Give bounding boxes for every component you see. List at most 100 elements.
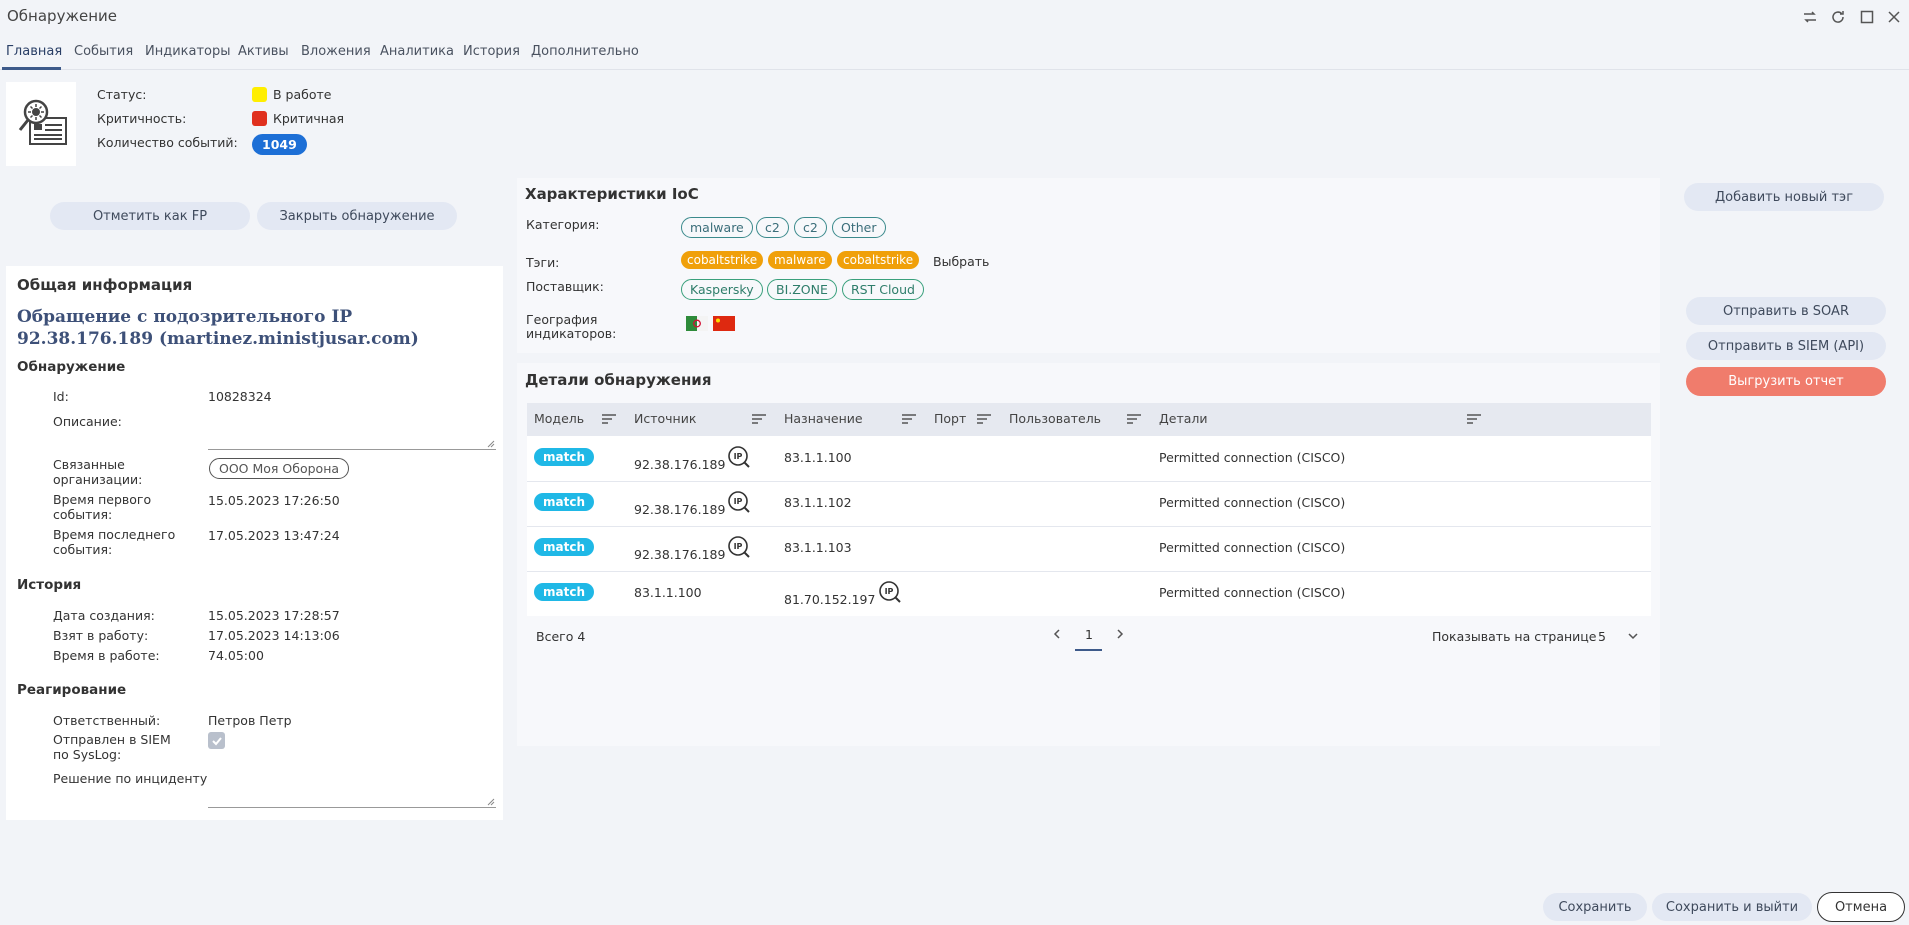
close-detection-button[interactable]: Закрыть обнаружение bbox=[257, 202, 457, 230]
sort-icon[interactable] bbox=[1467, 413, 1481, 428]
responsible-value: Петров Петр bbox=[208, 713, 292, 728]
general-info-title: Общая информация bbox=[17, 276, 193, 294]
detection-app-icon bbox=[16, 94, 70, 154]
ip-lookup-icon[interactable]: IP bbox=[727, 490, 751, 518]
export-report-button[interactable]: Выгрузить отчет bbox=[1686, 367, 1886, 396]
events-count-badge: 1049 bbox=[252, 134, 307, 155]
description-field[interactable] bbox=[208, 412, 496, 450]
sort-icon[interactable] bbox=[902, 413, 916, 428]
related-org-chip[interactable]: ООО Моя Оборона bbox=[209, 458, 350, 479]
tab-analytics[interactable]: Аналитика bbox=[380, 44, 454, 59]
created-value: 15.05.2023 17:28:57 bbox=[208, 608, 340, 623]
id-value: 10828324 bbox=[208, 389, 272, 404]
ioc-tag[interactable]: cobaltstrike bbox=[681, 251, 764, 269]
tab-main[interactable]: Главная bbox=[6, 44, 62, 59]
active-tab-indicator bbox=[2, 67, 61, 70]
ioc-tag[interactable]: malware bbox=[768, 251, 832, 269]
refresh-icon[interactable] bbox=[1827, 6, 1849, 28]
maximize-icon[interactable] bbox=[1856, 6, 1878, 28]
category-tag[interactable]: c2 bbox=[794, 217, 827, 238]
category-tag[interactable]: Other bbox=[832, 217, 886, 238]
status-value: В работе bbox=[273, 87, 332, 102]
ip-lookup-icon[interactable]: IP bbox=[878, 580, 902, 608]
column-source[interactable]: Источник bbox=[634, 411, 696, 426]
save-exit-button[interactable]: Сохранить и выйти bbox=[1652, 893, 1812, 921]
model-badge: match bbox=[534, 538, 594, 556]
column-destination[interactable]: Назначение bbox=[784, 411, 863, 426]
model-badge: match bbox=[534, 583, 594, 601]
history-section-title: История bbox=[17, 577, 82, 593]
sort-icon[interactable] bbox=[602, 413, 616, 428]
checkbox-icon bbox=[211, 736, 222, 745]
current-page-indicator bbox=[1075, 649, 1102, 651]
ioc-geo-label: География индикаторов: bbox=[526, 312, 617, 341]
current-page[interactable]: 1 bbox=[1085, 627, 1093, 642]
choose-tag-link[interactable]: Выбрать bbox=[933, 254, 989, 269]
first-event-label: Время первого события: bbox=[53, 492, 152, 522]
provider-tag[interactable]: RST Cloud bbox=[842, 279, 924, 300]
ioc-tags-label: Тэги: bbox=[526, 255, 560, 270]
row-details: Permitted connection (CISCO) bbox=[1159, 450, 1346, 465]
ioc-category-label: Категория: bbox=[526, 217, 600, 232]
inwork-value: 74.05:00 bbox=[208, 648, 264, 663]
tab-history[interactable]: История bbox=[463, 44, 520, 59]
criticality-color bbox=[252, 111, 267, 126]
siem-syslog-checkbox[interactable] bbox=[208, 732, 225, 749]
cancel-button[interactable]: Отмена bbox=[1817, 892, 1905, 922]
sort-icon[interactable] bbox=[977, 413, 991, 428]
row-details: Permitted connection (CISCO) bbox=[1159, 540, 1346, 555]
model-badge: match bbox=[534, 448, 594, 466]
row-details: Permitted connection (CISCO) bbox=[1159, 585, 1346, 600]
ip-lookup-icon[interactable]: IP bbox=[727, 445, 751, 473]
related-orgs-label: Связанные организации: bbox=[53, 457, 143, 487]
last-event-label: Время последнего события: bbox=[53, 527, 176, 557]
flag-china-icon bbox=[713, 316, 735, 335]
category-tag[interactable]: malware bbox=[681, 217, 753, 238]
tab-bar: Главная События Индикаторы Активы Вложен… bbox=[0, 34, 1909, 70]
column-port[interactable]: Порт bbox=[934, 411, 966, 426]
ioc-provider-label: Поставщик: bbox=[526, 279, 604, 294]
chevron-right-icon[interactable] bbox=[1114, 627, 1126, 645]
row-source: 92.38.176.189 bbox=[634, 547, 726, 562]
provider-tag[interactable]: Kaspersky bbox=[681, 279, 763, 300]
sort-icon[interactable] bbox=[1127, 413, 1141, 428]
details-title: Детали обнаружения bbox=[525, 371, 712, 389]
column-details[interactable]: Детали bbox=[1159, 411, 1208, 426]
app-icon-card bbox=[6, 82, 76, 166]
ioc-tag[interactable]: cobaltstrike bbox=[837, 251, 920, 269]
provider-tag[interactable]: BI.ZONE bbox=[767, 279, 837, 300]
ip-lookup-icon[interactable]: IP bbox=[727, 535, 751, 563]
tab-additional[interactable]: Дополнительно bbox=[531, 44, 639, 59]
column-user[interactable]: Пользователь bbox=[1009, 411, 1101, 426]
chevron-left-icon[interactable] bbox=[1051, 627, 1063, 645]
category-tag[interactable]: c2 bbox=[756, 217, 789, 238]
sort-icon[interactable] bbox=[752, 413, 766, 428]
save-button[interactable]: Сохранить bbox=[1543, 893, 1647, 921]
row-destination: 81.70.152.197 bbox=[784, 592, 876, 607]
per-page-select[interactable]: 5 bbox=[1598, 629, 1606, 644]
tab-attachments[interactable]: Вложения bbox=[301, 44, 371, 59]
status-color bbox=[252, 87, 267, 102]
siem-syslog-label: Отправлен в SIEM по SysLog: bbox=[53, 732, 171, 762]
send-siem-button[interactable]: Отправить в SIEM (API) bbox=[1686, 332, 1886, 360]
tab-events[interactable]: События bbox=[74, 44, 133, 59]
total-count: Всего 4 bbox=[536, 629, 586, 644]
created-label: Дата создания: bbox=[53, 608, 155, 623]
decision-field[interactable] bbox=[208, 770, 496, 808]
tab-indicators[interactable]: Индикаторы bbox=[145, 44, 231, 59]
last-event-value: 17.05.2023 13:47:24 bbox=[208, 528, 340, 543]
mark-fp-button[interactable]: Отметить как FP bbox=[50, 202, 250, 230]
chevron-down-icon[interactable] bbox=[1626, 630, 1640, 646]
add-tag-button[interactable]: Добавить новый тэг bbox=[1684, 183, 1884, 211]
title-bar bbox=[0, 0, 1909, 34]
svg-text:IP: IP bbox=[734, 542, 743, 551]
restore-icon[interactable] bbox=[1799, 6, 1821, 28]
id-label: Id: bbox=[53, 389, 69, 404]
window-title: Обнаружение bbox=[7, 7, 117, 25]
tab-assets[interactable]: Активы bbox=[238, 44, 289, 59]
column-model[interactable]: Модель bbox=[534, 411, 584, 426]
inwork-label: Время в работе: bbox=[53, 648, 160, 663]
row-source: 92.38.176.189 bbox=[634, 502, 726, 517]
close-icon[interactable] bbox=[1883, 6, 1905, 28]
send-soar-button[interactable]: Отправить в SOAR bbox=[1686, 297, 1886, 325]
